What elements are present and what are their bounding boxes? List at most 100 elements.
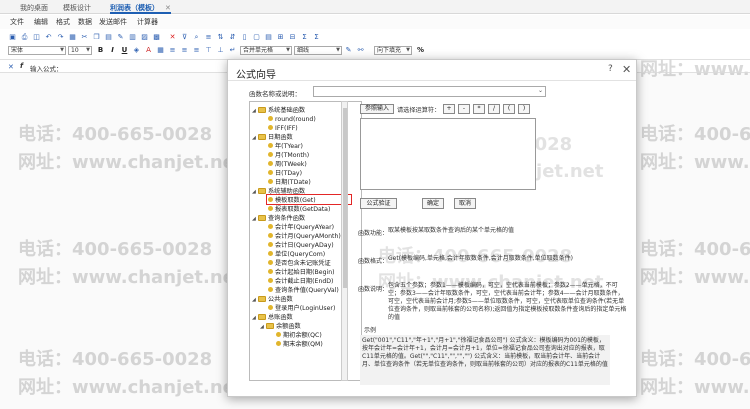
tree-item[interactable]: 年(TYear) bbox=[268, 142, 303, 151]
font-select[interactable]: 宋体 ▼ bbox=[8, 46, 66, 55]
menu-file[interactable]: 文件 bbox=[10, 17, 24, 27]
tree-item[interactable]: 查询条件值(QueryVal) bbox=[268, 286, 339, 295]
tree-item[interactable]: round(round) bbox=[268, 115, 316, 124]
tree-item[interactable]: 会计截止日期(EndD) bbox=[268, 277, 333, 286]
tree-item[interactable]: 期初余额(QC) bbox=[276, 331, 322, 340]
delete-icon[interactable]: ✕ bbox=[168, 33, 177, 42]
tree-folder[interactable]: ◢ 总账函数 bbox=[252, 313, 293, 322]
cancel-button[interactable]: 取消 bbox=[454, 198, 476, 209]
find-icon[interactable]: ⌕ bbox=[192, 33, 201, 42]
function-icon bbox=[268, 287, 273, 292]
ok-button[interactable]: 确定 bbox=[422, 198, 444, 209]
minus-button[interactable]: - bbox=[458, 104, 470, 114]
sum-icon[interactable]: Σ bbox=[300, 33, 309, 42]
cut-icon[interactable]: ✂ bbox=[80, 33, 89, 42]
fill-direction-select[interactable]: 向下填充 ▼ bbox=[374, 46, 412, 55]
chart-icon[interactable]: ▨ bbox=[140, 33, 149, 42]
menu-edit[interactable]: 编辑 bbox=[34, 17, 48, 27]
tree-item[interactable]: 报表取数(GetData) bbox=[268, 205, 330, 214]
tree-item[interactable]: 会计起始日期(Begin) bbox=[268, 268, 335, 277]
open-paren-button[interactable]: ( bbox=[503, 104, 515, 114]
italic-button[interactable]: I bbox=[108, 46, 117, 55]
tree-folder[interactable]: ◢ 余额函数 bbox=[260, 322, 301, 331]
plus-button[interactable]: + bbox=[443, 104, 455, 114]
image-icon[interactable]: ▦ bbox=[68, 33, 77, 42]
font-size-select[interactable]: 10 ▼ bbox=[68, 46, 92, 55]
tree-folder[interactable]: ◢ 日期函数 bbox=[252, 133, 293, 142]
tab-my-desktop[interactable]: 我的桌面 bbox=[20, 2, 48, 14]
underline-button[interactable]: U bbox=[120, 46, 129, 55]
close-icon[interactable]: ✕ bbox=[165, 4, 171, 12]
pencil-icon[interactable]: ✎ bbox=[344, 46, 353, 55]
align-left-icon[interactable]: ≡ bbox=[168, 46, 177, 55]
preview-icon[interactable]: ◫ bbox=[32, 33, 41, 42]
tree-item[interactable]: 是否包含未记账凭证 bbox=[268, 259, 331, 268]
border-style-icon[interactable]: ▦ bbox=[156, 46, 165, 55]
tree-item[interactable]: 期末余额(QM) bbox=[276, 340, 323, 349]
wrap-text-icon[interactable]: ↵ bbox=[228, 46, 237, 55]
insert-row-icon[interactable]: ≡ bbox=[204, 33, 213, 42]
tree-item[interactable]: 会计日(QueryADay) bbox=[268, 241, 334, 250]
tree-scrollbar[interactable] bbox=[341, 101, 348, 381]
percent-button[interactable]: % bbox=[416, 46, 425, 55]
verify-formula-button[interactable]: 公式验证 bbox=[360, 198, 397, 209]
tree-folder[interactable]: ◢ 查询条件函数 bbox=[252, 214, 305, 223]
menu-format[interactable]: 格式 bbox=[56, 17, 70, 27]
formula-textarea[interactable] bbox=[360, 118, 536, 190]
menu-data[interactable]: 数据 bbox=[78, 17, 92, 27]
function-icon[interactable]: Σ bbox=[312, 33, 321, 42]
close-icon[interactable]: ✕ bbox=[622, 63, 631, 76]
tree-item[interactable]: 单位(QueryCom) bbox=[268, 250, 325, 259]
align-middle-icon[interactable]: ⊥ bbox=[216, 46, 225, 55]
multiply-button[interactable]: * bbox=[473, 104, 485, 114]
cancel-x-icon[interactable]: ✕ bbox=[8, 63, 14, 71]
tree-item[interactable]: 会计年(QueryAYear) bbox=[268, 223, 334, 232]
sort-asc-icon[interactable]: ⇅ bbox=[216, 33, 225, 42]
tab-template-design[interactable]: 模板设计 bbox=[63, 2, 91, 14]
bold-button[interactable]: B bbox=[96, 46, 105, 55]
column-icon[interactable]: ▯ bbox=[240, 33, 249, 42]
close-paren-button[interactable]: ) bbox=[518, 104, 530, 114]
fx-icon[interactable]: f bbox=[20, 62, 23, 70]
freeze-icon[interactable]: ⊞ bbox=[276, 33, 285, 42]
redo-icon[interactable]: ↷ bbox=[56, 33, 65, 42]
fill-icon[interactable]: ▤ bbox=[264, 33, 273, 42]
save-icon[interactable]: ▣ bbox=[8, 33, 17, 42]
font-color-icon[interactable]: A bbox=[144, 46, 153, 55]
tree-item[interactable]: 周(TWeek) bbox=[268, 160, 307, 169]
menu-calculator[interactable]: 计算器 bbox=[137, 17, 158, 27]
filter-icon[interactable]: ⊽ bbox=[180, 33, 189, 42]
function-search-select[interactable]: ⌄ bbox=[313, 86, 546, 97]
tree-item[interactable]: 日(TDay) bbox=[268, 169, 302, 178]
align-center-icon[interactable]: ≡ bbox=[180, 46, 189, 55]
tree-item[interactable]: 登录用户(LoginUser) bbox=[268, 304, 335, 313]
tree-item[interactable]: 会计月(QueryAMonth) bbox=[268, 232, 341, 241]
tree-item[interactable]: IFF(IFF) bbox=[268, 124, 298, 133]
print-icon[interactable]: ⎙ bbox=[20, 33, 29, 42]
clear-icon[interactable]: ⊟ bbox=[288, 33, 297, 42]
divide-button[interactable]: / bbox=[488, 104, 500, 114]
help-icon[interactable]: ? bbox=[608, 64, 613, 74]
tab-profit-statement[interactable]: 利润表（模板） ✕ bbox=[110, 2, 171, 14]
align-right-icon[interactable]: ≡ bbox=[192, 46, 201, 55]
scrollbar-thumb[interactable] bbox=[343, 108, 347, 288]
link-icon[interactable]: ⚯ bbox=[356, 46, 365, 55]
reference-input-button[interactable]: 参照输入 bbox=[360, 104, 394, 114]
tree-item[interactable]: 日期(TDate) bbox=[268, 178, 311, 187]
menu-send-mail[interactable]: 发送邮件 bbox=[99, 17, 127, 27]
format-painter-icon[interactable]: ✎ bbox=[116, 33, 125, 42]
merge-cells-select[interactable]: 合并单元格 ▼ bbox=[240, 46, 292, 55]
line-style-select[interactable]: 细线 ▼ bbox=[294, 46, 342, 55]
tree-item[interactable]: 月(TMonth) bbox=[268, 151, 309, 160]
tree-folder[interactable]: ◢ 系统基础函数 bbox=[252, 106, 305, 115]
undo-icon[interactable]: ↶ bbox=[44, 33, 53, 42]
copy-icon[interactable]: ❐ bbox=[92, 33, 101, 42]
fill-color-icon[interactable]: ◈ bbox=[132, 46, 141, 55]
tree-folder[interactable]: ◢ 公共函数 bbox=[252, 295, 293, 304]
align-top-icon[interactable]: ⊤ bbox=[204, 46, 213, 55]
border-icon[interactable]: ▢ bbox=[252, 33, 261, 42]
paste-icon[interactable]: ▤ bbox=[104, 33, 113, 42]
grid-icon[interactable]: ▩ bbox=[152, 33, 161, 42]
table-icon[interactable]: ▥ bbox=[128, 33, 137, 42]
sort-desc-icon[interactable]: ⇵ bbox=[228, 33, 237, 42]
